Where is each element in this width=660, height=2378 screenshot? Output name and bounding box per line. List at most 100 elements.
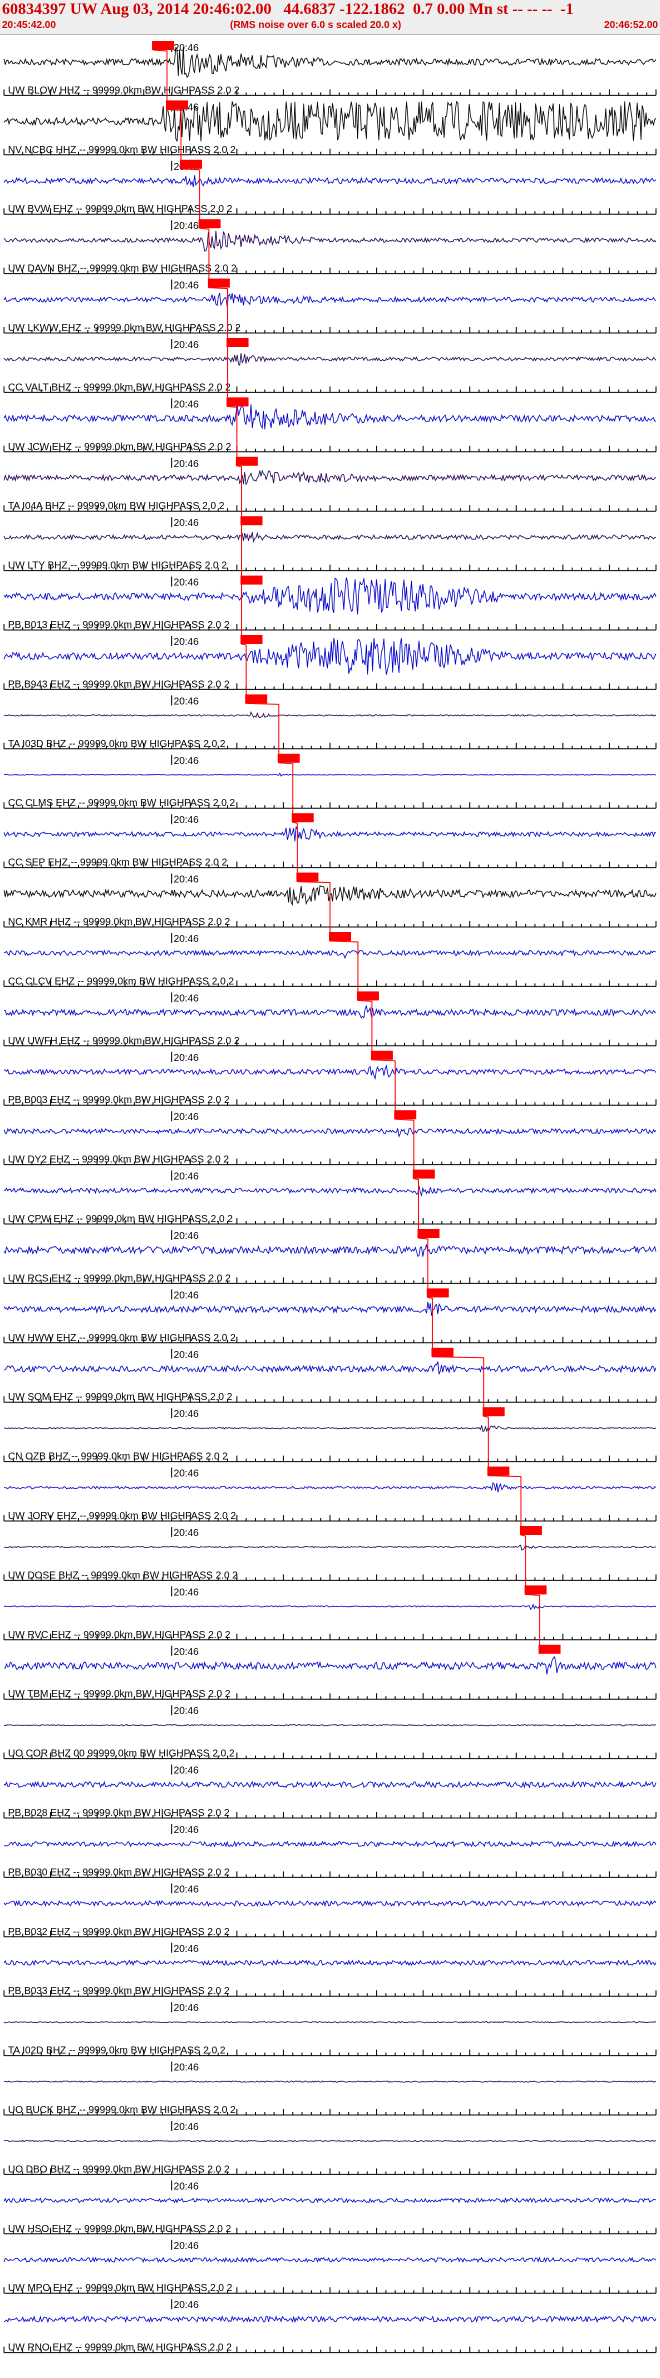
waveform-trace — [3, 772, 656, 777]
waveform-trace — [3, 826, 657, 842]
trace-row: 20:46 TA I02D BHZ -- 99999.0km BW HIGHPAS… — [3, 2002, 657, 2057]
waveform-trace — [3, 637, 657, 675]
station-label: UW RCS EHZ -- 99999.0km BW HIGHPASS 2.0 … — [8, 1273, 231, 1284]
minute-label: 20:46 — [174, 340, 199, 351]
station-label: UW SQM EHZ -- 99999.0km BW HIGHPASS 2.0 … — [8, 1392, 233, 1403]
trace-row: 20:46 UW JORV EHZ -- 99999.0km BW HIGHPAS… — [3, 1466, 657, 1522]
station-label: PB B033 EHZ -- 99999.0km BW HIGHPASS 2.0… — [8, 1986, 230, 1997]
pick-marker — [412, 1169, 435, 1179]
minute-label: 20:46 — [174, 518, 199, 529]
station-label: PB B943 EHZ -- 99999.0km BW HIGHPASS 2.0… — [8, 679, 230, 690]
station-label: UW CPW EHZ -- 99999.0km BW HIGHPASS 2.0 … — [8, 1214, 233, 1225]
waveform-trace — [3, 1544, 656, 1551]
trace-row: 20:46 UW RCS EHZ -- 99999.0km BW HIGHPASS… — [3, 1229, 657, 1284]
pick-marker — [226, 338, 249, 347]
waveform-trace — [3, 1301, 657, 1316]
trace-row: 20:46 UW RVC EHZ -- 99999.0km BW HIGHPASS… — [3, 1585, 657, 1641]
waveform-trace — [3, 403, 657, 430]
station-label: CC CLCV EHZ -- 99999.0km BW HIGHPASS 2.0… — [8, 976, 234, 987]
trace-row: 20:46 UO BUCK BHZ -- 99999.0km BW HIGHPAS… — [3, 2061, 657, 2116]
trace-row: 20:46 TA I03D BHZ -- 99999.0km BW HIGHPAS… — [3, 694, 657, 750]
waveform-trace — [3, 1899, 657, 1908]
pick-marker — [487, 1466, 510, 1476]
station-label: UW UWFH EHZ -- 99999.0km BW HIGHPASS 2.0… — [8, 1036, 240, 1047]
waveform-trace — [3, 469, 657, 486]
pick-marker — [235, 456, 258, 466]
trace-row: 20:46 UW TBM EHZ -- 99999.0km BW HIGHPASS… — [3, 1644, 657, 1700]
waveform-trace — [3, 1603, 657, 1611]
waveform-trace — [3, 353, 657, 366]
pick-marker — [417, 1229, 440, 1238]
minute-label: 20:46 — [174, 1587, 199, 1598]
pick-marker — [240, 575, 263, 585]
station-label: UW TBM EHZ -- 99999.0km BW HIGHPASS 2.0 … — [8, 1689, 231, 1700]
station-label: NC KMR HHZ -- 99999.0km BW HIGHPASS 2.0 … — [8, 917, 231, 928]
minute-label: 20:46 — [174, 578, 199, 589]
station-label: PB B003 EHZ -- 99999.0km BW HIGHPASS 2.0… — [8, 1095, 230, 1106]
waveform-trace — [3, 292, 657, 307]
trace-row: 20:46 UW UWFH EHZ -- 99999.0km BW HIGHPAS… — [3, 991, 657, 1047]
station-label: UO COR BHZ 00 99999.0km BW HIGHPASS 2.0 … — [8, 1749, 235, 1760]
minute-label: 20:46 — [174, 1647, 199, 1658]
station-label: UO DBO BHZ -- 99999.0km BW HIGHPASS 2.0 … — [8, 2164, 230, 2175]
end-time-label: 20:46:52.00 — [604, 20, 658, 31]
pick-marker — [394, 1110, 417, 1120]
arrival-moveout-line — [152, 49, 541, 1654]
minute-label: 20:46 — [174, 1053, 199, 1064]
minute-label: 20:46 — [174, 2122, 199, 2133]
minute-label: 20:46 — [174, 1350, 199, 1361]
waveform-trace — [3, 1127, 657, 1138]
minute-label: 20:46 — [174, 2181, 199, 2192]
minute-label: 20:46 — [174, 696, 199, 707]
waveform-trace — [3, 711, 657, 719]
trace-row: 20:46 UW DY2 EHZ -- 99999.0km BW HIGHPASS… — [3, 1110, 657, 1166]
minute-label: 20:46 — [174, 1409, 199, 1420]
trace-row: 20:46 UW CPW EHZ -- 99999.0km BW HIGHPASS… — [3, 1169, 657, 1225]
pick-marker — [291, 813, 314, 823]
minute-label: 20:46 — [174, 221, 199, 232]
waveform-trace — [3, 1185, 657, 1198]
trace-row: 20:46 CN OZB BHZ -- 99999.0km BW HIGHPASS… — [3, 1407, 657, 1463]
pick-marker — [152, 41, 175, 50]
minute-label: 20:46 — [174, 2003, 199, 2014]
trace-row: 20:46 TA I04A BHZ -- 99999.0km BW HIGHPAS… — [3, 456, 657, 512]
waveform-trace — [3, 230, 657, 252]
station-label: NV NCBC HHZ -- 99999.0km BW HIGHPASS 2.0… — [8, 145, 236, 156]
minute-label: 20:46 — [174, 2063, 199, 2074]
seismogram-panel: 20:46 UW BLOW HHZ -- 99999.0km BW HIGHPAS… — [3, 41, 657, 2354]
station-label: UW RVC EHZ -- 99999.0km BW HIGHPASS 2.0 … — [8, 1630, 231, 1641]
pick-marker — [296, 872, 319, 882]
minute-label: 20:46 — [174, 2241, 199, 2252]
station-label: TA I04A BHZ -- 99999.0km BW HIGHPASS 2.0… — [8, 501, 225, 512]
minute-label: 20:46 — [174, 1469, 199, 1480]
waveform-trace — [3, 1064, 657, 1081]
station-label: TA I02D BHZ -- 99999.0km BW HIGHPASS 2.0… — [8, 2046, 226, 2057]
trace-row: 20:46 UW JCW EHZ -- 99999.0km BW HIGHPASS… — [3, 397, 657, 453]
pick-marker — [524, 1585, 547, 1595]
minute-label: 20:46 — [174, 756, 199, 767]
pick-marker — [240, 635, 263, 644]
minute-label: 20:46 — [174, 399, 199, 410]
pick-marker — [426, 1288, 449, 1298]
minute-label: 20:46 — [174, 875, 199, 886]
waveform-trace — [3, 531, 657, 544]
trace-row: 20:46 UW RNO EHZ -- 99999.0km BW HIGHPASS… — [3, 2299, 657, 2354]
waveform-trace — [3, 2197, 657, 2204]
waveform-trace — [3, 2315, 657, 2324]
pick-marker — [356, 991, 379, 1001]
minute-label: 20:46 — [174, 934, 199, 945]
trace-row: 20:46 UW SQM EHZ -- 99999.0km BW HIGHPASS… — [3, 1347, 657, 1403]
waveform-trace — [3, 1780, 657, 1789]
trace-row: 20:46UW BVW EHZ -- 99999.0km BW HIGHPASS… — [3, 159, 657, 215]
trace-row: 20:46NV NCBC HHZ -- 99999.0km BW HIGHPAS… — [3, 100, 657, 156]
trace-row: 20:46 PB B033 EHZ -- 99999.0km BW HIGHPAS… — [3, 1942, 657, 1997]
pick-marker — [198, 219, 221, 229]
waveform-trace — [3, 46, 657, 78]
station-label: TA I03D BHZ -- 99999.0km BW HIGHPASS 2.0… — [8, 739, 226, 750]
station-label: UO BUCK BHZ -- 99999.0km BW HIGHPASS 2.0… — [8, 2105, 236, 2116]
trace-row: 20:46 UO DBO BHZ -- 99999.0km BW HIGHPASS… — [3, 2121, 657, 2175]
waveform-trace — [3, 1244, 657, 1257]
minute-label: 20:46 — [174, 815, 199, 826]
pick-marker — [207, 278, 230, 288]
trace-row: 20:46 PB B003 EHZ -- 99999.0km BW HIGHPAS… — [3, 1050, 657, 1106]
